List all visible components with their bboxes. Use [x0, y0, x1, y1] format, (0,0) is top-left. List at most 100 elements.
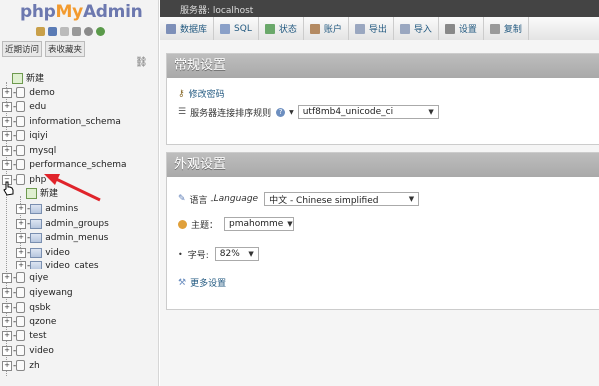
server-breadcrumb[interactable]: 服务器: localhost [180, 3, 253, 16]
table-icon [30, 203, 43, 214]
tree-db-qiyewang[interactable]: + - qiyewang [2, 286, 73, 300]
database-icon [16, 272, 26, 283]
reload-icon[interactable] [96, 27, 105, 36]
tab-export[interactable]: 导出 [349, 17, 394, 40]
tree-db-test[interactable]: + - test [2, 329, 47, 343]
tab-favorites[interactable]: 表收藏夹 [45, 41, 86, 57]
expand-icon[interactable]: + [2, 345, 12, 356]
expand-icon[interactable]: + [2, 145, 12, 156]
expand-icon[interactable]: + [2, 287, 12, 298]
expand-icon[interactable]: + [2, 116, 12, 127]
general-settings-panel: 常规设置 ⚷ 修改密码 ☰ 服务器连接排序规则 ? ▼ utf8mb4_unico… [166, 53, 599, 145]
tree-db-zh[interactable]: + - zh [2, 359, 40, 373]
database-icon [16, 302, 26, 313]
expand-icon[interactable]: + [16, 247, 26, 258]
phpmyadmin-logo[interactable]: phpMyAdmin [20, 2, 143, 24]
quick-icons [36, 27, 105, 36]
expand-icon[interactable]: + [16, 260, 26, 269]
chevron-down-icon: ▼ [428, 108, 434, 116]
tab-databases[interactable]: 数据库 [160, 17, 215, 40]
tab-settings[interactable]: 设置 [439, 17, 484, 40]
expand-icon[interactable]: + [2, 272, 12, 283]
main-content: 常规设置 ⚷ 修改密码 ☰ 服务器连接排序规则 ? ▼ utf8mb4_unico… [160, 40, 599, 386]
users-icon [309, 23, 320, 34]
table-icon [30, 218, 43, 229]
expand-icon[interactable]: + [2, 360, 12, 371]
expand-icon[interactable]: + [2, 101, 12, 112]
table-icon [30, 260, 43, 269]
tab-import[interactable]: 导入 [394, 17, 439, 40]
expand-icon[interactable]: + [16, 203, 26, 214]
tree-db-demo[interactable]: + - demo [2, 86, 55, 100]
red-arrow-annotation [44, 174, 101, 202]
tree-table-admin-groups[interactable]: + - admin_groups [16, 217, 109, 231]
tree-table-video-cates[interactable]: + - video_cates [16, 259, 99, 269]
tab-sql[interactable]: SQL [214, 17, 259, 40]
expand-icon[interactable]: + [2, 159, 12, 170]
tree-db-qiye[interactable]: + - qiye [2, 271, 48, 285]
help-dropdown-caret: ▼ [289, 108, 294, 116]
tree-table-video[interactable]: + - video [16, 246, 70, 260]
collation-select[interactable]: utf8mb4_unicode_ci ▼ [297, 105, 439, 119]
hand-cursor-icon [3, 181, 14, 196]
fontsize-select[interactable]: 82% ▼ [214, 247, 259, 261]
fontsize-row: • 字号: 82% ▼ [178, 247, 259, 261]
language-row: ✎ 语言 - Language 中文 - Chinese simplified ▼ [178, 192, 420, 206]
expand-icon[interactable]: + [2, 330, 12, 341]
database-icon [16, 159, 26, 170]
logout-icon[interactable] [48, 27, 57, 36]
tree-db-edu[interactable]: + - edu [2, 100, 46, 114]
link-with-main-icon[interactable]: ⛓ [135, 57, 148, 68]
tab-status[interactable]: 状态 [259, 17, 304, 40]
change-password-link[interactable]: ⚷ 修改密码 [178, 87, 225, 101]
expand-icon[interactable]: + [2, 130, 12, 141]
theme-select[interactable]: pmahomme ▼ [224, 217, 295, 231]
import-icon [399, 23, 410, 34]
tree-db-video[interactable]: + - video [2, 344, 54, 358]
server-breadcrumb-bar: 服务器: localhost [160, 0, 599, 17]
expand-icon[interactable]: + [2, 87, 12, 98]
status-icon [264, 23, 275, 34]
collation-label: 服务器连接排序规则 [190, 108, 272, 119]
query-window-icon[interactable] [60, 27, 69, 36]
tree-db-mysql[interactable]: + - mysql [2, 144, 56, 158]
database-icon [16, 360, 26, 371]
language-select[interactable]: 中文 - Chinese simplified ▼ [264, 192, 420, 206]
docs-icon[interactable] [72, 27, 81, 36]
tab-recent[interactable]: 近期访问 [2, 41, 43, 57]
replication-icon [489, 23, 500, 34]
help-icon[interactable]: ? [276, 107, 286, 117]
database-icon [16, 145, 26, 156]
new-database-icon [12, 73, 23, 84]
sql-icon [220, 23, 231, 34]
tree-new-database[interactable]: 新建 [12, 72, 44, 86]
database-icon [16, 116, 26, 127]
expand-icon[interactable]: + [2, 316, 12, 327]
wrench-icon [444, 23, 455, 34]
export-icon [354, 23, 365, 34]
tree-table-admins[interactable]: + - admins [16, 202, 78, 216]
tree-db-qzone[interactable]: + - qzone [2, 315, 56, 329]
key-icon: ⚷ [178, 88, 185, 99]
appearance-settings-title: 外观设置 [167, 153, 599, 177]
tab-accounts[interactable]: 账户 [304, 17, 349, 40]
home-icon[interactable] [36, 27, 45, 36]
navigation-panel: phpMyAdmin 近期访问 表收藏夹 ⛓ 新建 + - demo + - edu +… [0, 0, 159, 386]
collation-row: ☰ 服务器连接排序规则 ? ▼ utf8mb4_unicode_ci ▼ [178, 105, 439, 119]
theme-row: 主题： pmahomme ▼ [178, 217, 295, 231]
tree-db-performance-schema[interactable]: + - performance_schema [2, 158, 127, 172]
tree-db-qsbk[interactable]: + - qsbk [2, 301, 51, 315]
database-icon [16, 87, 26, 98]
database-icon [16, 101, 26, 112]
settings-icon[interactable] [84, 27, 93, 36]
database-icon [16, 287, 26, 298]
tab-replication[interactable]: 复制 [484, 17, 529, 40]
expand-icon[interactable]: + [2, 302, 12, 313]
theme-icon [178, 219, 187, 229]
expand-icon[interactable]: + [16, 232, 26, 243]
tree-db-iqiyi[interactable]: + - iqiyi [2, 129, 48, 143]
more-settings-link[interactable]: ⚒ 更多设置 [178, 276, 226, 290]
tree-table-admin-menus[interactable]: + - admin_menus [16, 231, 108, 245]
expand-icon[interactable]: + [16, 218, 26, 229]
tree-db-information-schema[interactable]: + - information_schema [2, 115, 121, 129]
